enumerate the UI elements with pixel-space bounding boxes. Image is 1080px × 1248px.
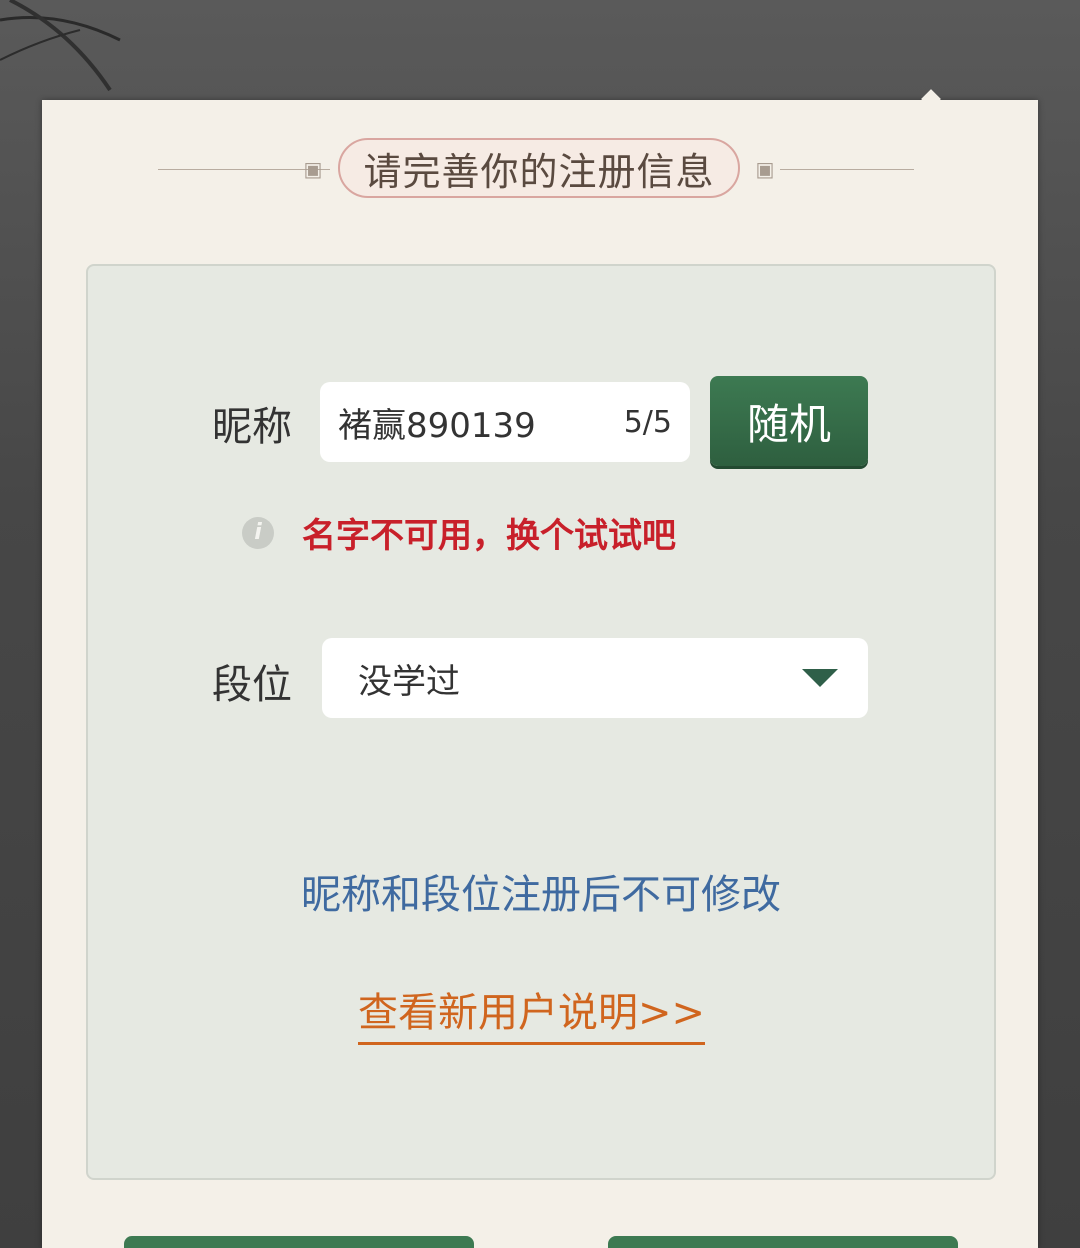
nickname-label: 昵称 [212,404,292,450]
registration-notice: 昵称和段位注册后不可修改 [301,872,781,918]
info-icon: i [242,516,274,549]
bottom-button-right[interactable] [608,1236,958,1248]
form-panel: 昵称 褚赢890139 5/5 随机 i 名字不可用，换个试试吧 段位 没学过 … [86,264,996,1180]
rank-label: 段位 [212,662,292,708]
caret-down-icon [802,669,838,687]
dialog-title-text: 请完善你的注册信息 [363,149,715,194]
ornament-icon: ▣ [303,157,323,181]
title-divider-right [780,169,914,170]
nickname-error: i 名字不可用，换个试试吧 [242,508,676,557]
nickname-char-counter: 5/5 [623,404,672,440]
rank-selected-value: 没学过 [358,661,460,702]
nickname-error-text: 名字不可用，换个试试吧 [302,516,676,556]
bottom-button-left[interactable] [124,1236,474,1248]
ornament-icon: ▣ [755,157,775,181]
random-nickname-button[interactable]: 随机 [710,376,868,466]
dialog-title: 请完善你的注册信息 [338,138,740,198]
new-user-guide-link[interactable]: 查看新用户说明>> [358,980,706,1045]
registration-dialog: ▣ 请完善你的注册信息 ▣ 昵称 褚赢890139 5/5 随机 i 名字不可用… [42,89,1038,1248]
nickname-value: 褚赢890139 [338,405,536,446]
dialog-header: ▣ 请完善你的注册信息 ▣ [42,138,1038,202]
nickname-input[interactable]: 褚赢890139 5/5 [320,382,690,462]
rank-dropdown[interactable]: 没学过 [322,638,868,718]
